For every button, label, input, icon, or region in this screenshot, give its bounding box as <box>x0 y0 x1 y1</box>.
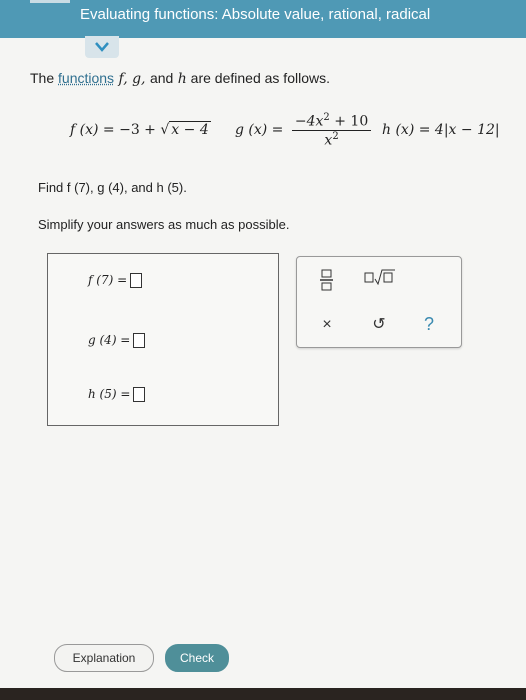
intro-vars: f, g, <box>114 71 150 87</box>
app-screen: Evaluating functions: Absolute value, ra… <box>0 0 526 688</box>
find-instruction: Find f (7), g (4), and h (5). <box>38 180 187 195</box>
sqrt-sign: √ <box>160 122 170 138</box>
help-icon: ? <box>423 314 434 334</box>
answer-row-h: h (5) = <box>88 386 146 403</box>
undo-button[interactable]: ↺ <box>365 313 393 337</box>
topic-header: Evaluating functions: Absolute value, ra… <box>0 0 526 38</box>
collapse-button[interactable] <box>85 36 119 58</box>
f-radicand: x − 4 <box>169 121 211 138</box>
close-icon: × <box>322 316 332 333</box>
fraction-icon <box>320 269 333 291</box>
check-button[interactable]: Check <box>165 644 229 672</box>
fraction-button[interactable] <box>313 269 341 293</box>
g-den-exponent: 2 <box>332 130 339 142</box>
answer-label-g: g (4) = <box>88 333 131 347</box>
simplify-instruction: Simplify your answers as much as possibl… <box>38 217 290 232</box>
topic-title: Evaluating functions: Absolute value, ra… <box>80 6 431 23</box>
answer-label-f: f (7) = <box>88 273 128 287</box>
g-num-base: −4x <box>294 113 324 130</box>
clear-button[interactable]: × <box>313 313 341 337</box>
device-bottom-edge <box>0 688 526 700</box>
g-num-tail: + 10 <box>329 113 369 130</box>
answer-input-f[interactable] <box>130 273 143 289</box>
answer-label-h: h (5) = <box>88 387 131 401</box>
f-rhs: −3 + <box>119 122 161 138</box>
problem-intro: The functions f, g, and h are defined as… <box>30 70 330 87</box>
g-fraction: −4x2 + 10 x2 <box>291 112 372 149</box>
f-lhs: f (x) = <box>70 122 120 138</box>
g-lhs: g (x) = <box>235 122 288 139</box>
square-root-icon <box>364 269 395 286</box>
function-definitions: f (x) = −3 + √ x − 4 g (x) = −4x2 + 10 x2… <box>70 112 510 172</box>
g-definition: g (x) = −4x2 + 10 x2 <box>235 112 372 149</box>
answer-input-g[interactable] <box>133 333 146 349</box>
answer-box: f (7) = g (4) = h (5) = <box>47 253 279 426</box>
intro-prefix: The <box>30 70 59 86</box>
intro-and: and <box>149 70 174 86</box>
answer-row-f: f (7) = <box>88 272 143 289</box>
h-abs: |x − 12| <box>443 122 500 138</box>
square-root-button[interactable] <box>363 269 397 293</box>
answer-input-h[interactable] <box>133 387 146 403</box>
h-lhs: h (x) = 4 <box>382 122 444 138</box>
h-definition: h (x) = 4|x − 12| <box>382 122 500 138</box>
undo-icon: ↺ <box>372 316 386 333</box>
g-denominator: x2 <box>292 131 371 149</box>
explanation-button[interactable]: Explanation <box>54 644 154 672</box>
header-accent <box>30 0 70 3</box>
math-toolbar: × ↺ ? <box>296 256 462 348</box>
answer-row-g: g (4) = <box>88 332 146 349</box>
g-numerator: −4x2 + 10 <box>291 112 372 131</box>
chevron-down-icon <box>95 42 109 52</box>
intro-suffix: are defined as follows. <box>186 70 330 86</box>
intro-h: h <box>173 71 187 87</box>
help-button[interactable]: ? <box>415 312 443 336</box>
f-definition: f (x) = −3 + √ x − 4 <box>70 121 211 138</box>
functions-link[interactable]: functions <box>58 70 114 86</box>
